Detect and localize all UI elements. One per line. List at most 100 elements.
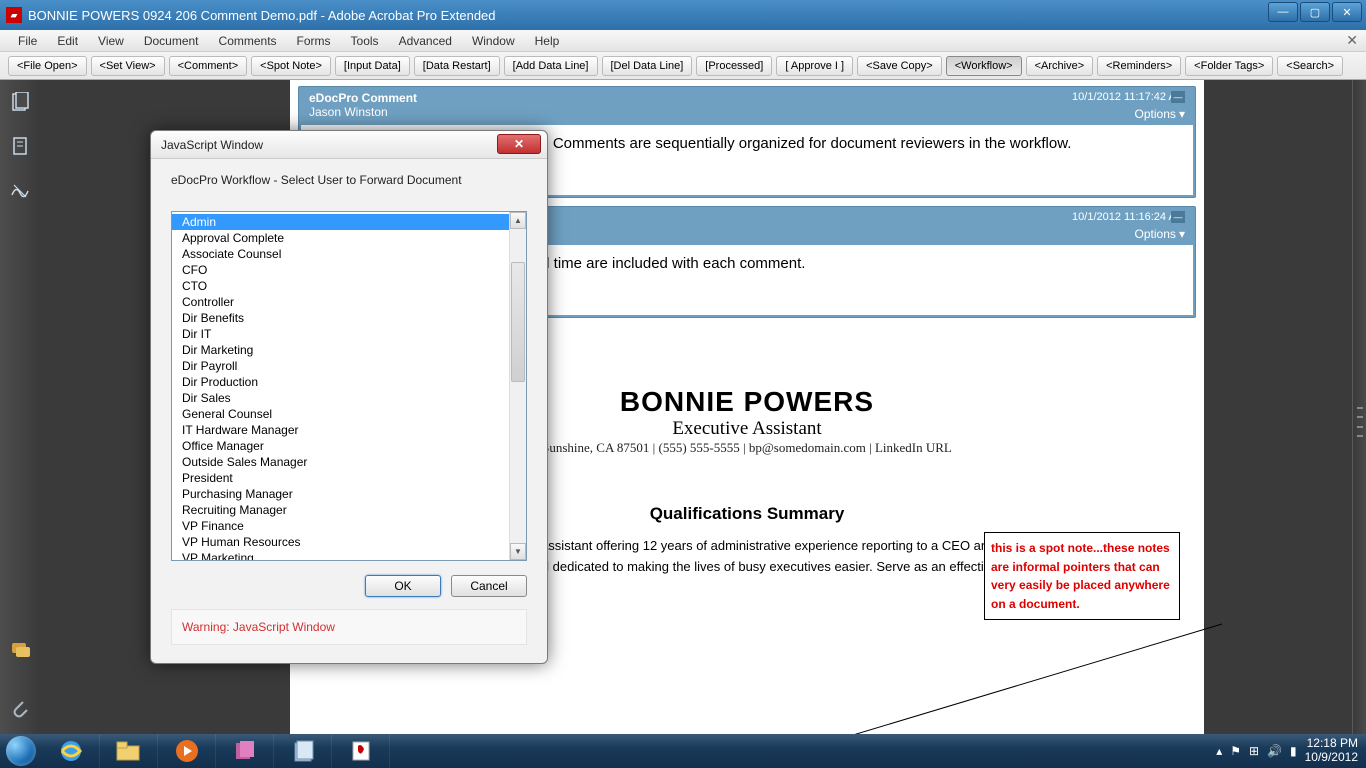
toolbar-spotnote[interactable]: <Spot Note> [251, 56, 331, 76]
attachments-icon[interactable] [10, 698, 30, 718]
taskbar-explorer-icon[interactable] [100, 734, 158, 768]
toolbar-foldertags[interactable]: <Folder Tags> [1185, 56, 1273, 76]
toolbar-approvei[interactable]: [ Approve I ] [776, 56, 853, 76]
flag-icon[interactable]: ⚑ [1230, 744, 1241, 758]
list-item[interactable]: President [172, 470, 509, 486]
close-button[interactable]: ✕ [1332, 2, 1362, 22]
bookmarks-icon[interactable] [10, 136, 30, 156]
taskbar-app1-icon[interactable] [216, 734, 274, 768]
toolbar-reminders[interactable]: <Reminders> [1097, 56, 1181, 76]
clock[interactable]: 12:18 PM 10/9/2012 [1305, 737, 1358, 765]
spot-note[interactable]: this is a spot note...these notes are in… [984, 532, 1180, 620]
list-item[interactable]: Dir Payroll [172, 358, 509, 374]
toolbar-archive[interactable]: <Archive> [1026, 56, 1094, 76]
menu-document[interactable]: Document [134, 32, 209, 50]
chevron-down-icon: ▾ [1179, 107, 1185, 121]
navigation-panel [0, 80, 40, 734]
chevron-down-icon: ▾ [1179, 227, 1185, 241]
scroll-up-button[interactable]: ▲ [510, 212, 526, 229]
start-button[interactable] [0, 734, 42, 768]
menu-help[interactable]: Help [525, 32, 570, 50]
taskbar-ie-icon[interactable] [42, 734, 100, 768]
clock-time: 12:18 PM [1305, 737, 1358, 751]
pages-icon[interactable] [10, 92, 30, 112]
doc-close-icon[interactable]: ✕ [1346, 32, 1358, 49]
scrollbar[interactable]: ▲ ▼ [509, 212, 526, 560]
volume-icon[interactable]: 🔊 [1267, 744, 1282, 758]
collapse-icon[interactable]: — [1171, 211, 1185, 223]
right-panel-grip[interactable] [1352, 80, 1366, 734]
toolbar-datarestart[interactable]: [Data Restart] [414, 56, 500, 76]
collapse-icon[interactable]: — [1171, 91, 1185, 103]
list-item[interactable]: Recruiting Manager [172, 502, 509, 518]
toolbar-inputdata[interactable]: [Input Data] [335, 56, 410, 76]
signatures-icon[interactable] [10, 180, 30, 200]
toolbar: <File Open><Set View><Comment><Spot Note… [0, 52, 1366, 80]
list-item[interactable]: Dir Marketing [172, 342, 509, 358]
comment-timestamp: 10/1/2012 11:17:42 AM [1072, 91, 1185, 103]
list-item[interactable]: VP Marketing [172, 550, 509, 560]
system-tray: ▴ ⚑ ⊞ 🔊 ▮ 12:18 PM 10/9/2012 [1216, 737, 1366, 765]
list-item[interactable]: Purchasing Manager [172, 486, 509, 502]
cancel-button[interactable]: Cancel [451, 575, 527, 597]
dialog-title: JavaScript Window ✕ [151, 131, 547, 159]
list-item[interactable]: Admin [172, 214, 509, 230]
menu-window[interactable]: Window [462, 32, 525, 50]
taskbar-app2-icon[interactable] [274, 734, 332, 768]
network-icon[interactable]: ⊞ [1249, 744, 1259, 758]
comment-options[interactable]: Options [1135, 107, 1176, 121]
list-item[interactable]: Dir IT [172, 326, 509, 342]
ok-button[interactable]: OK [365, 575, 441, 597]
list-item[interactable]: Controller [172, 294, 509, 310]
taskbar-acrobat-icon[interactable] [332, 734, 390, 768]
list-item[interactable]: General Counsel [172, 406, 509, 422]
toolbar-adddataline[interactable]: [Add Data Line] [504, 56, 598, 76]
list-item[interactable]: Dir Sales [172, 390, 509, 406]
list-item[interactable]: Associate Counsel [172, 246, 509, 262]
user-listbox[interactable]: AdminApproval CompleteAssociate CounselC… [171, 211, 527, 561]
menu-view[interactable]: View [88, 32, 134, 50]
menu-forms[interactable]: Forms [287, 32, 341, 50]
list-item[interactable]: Approval Complete [172, 230, 509, 246]
window-title: BONNIE POWERS 0924 206 Comment Demo.pdf … [28, 8, 496, 23]
toolbar-processed[interactable]: [Processed] [696, 56, 772, 76]
scroll-thumb[interactable] [511, 262, 525, 382]
menu-advanced[interactable]: Advanced [389, 32, 462, 50]
list-item[interactable]: Dir Benefits [172, 310, 509, 326]
list-item[interactable]: Dir Production [172, 374, 509, 390]
toolbar-savecopy[interactable]: <Save Copy> [857, 56, 942, 76]
workflow-dialog: JavaScript Window ✕ eDocPro Workflow - S… [150, 130, 548, 664]
dialog-warning: Warning: JavaScript Window [171, 609, 527, 645]
toolbar-comment[interactable]: <Comment> [169, 56, 248, 76]
list-item[interactable]: CTO [172, 278, 509, 294]
toolbar-fileopen[interactable]: <File Open> [8, 56, 87, 76]
list-item[interactable]: VP Finance [172, 518, 509, 534]
menu-bar: File Edit View Document Comments Forms T… [0, 30, 1366, 52]
window-titlebar: ▰ BONNIE POWERS 0924 206 Comment Demo.pd… [0, 0, 1366, 30]
comment-options[interactable]: Options [1135, 227, 1176, 241]
list-item[interactable]: IT Hardware Manager [172, 422, 509, 438]
toolbar-deldataline[interactable]: [Del Data Line] [602, 56, 693, 76]
list-item[interactable]: Office Manager [172, 438, 509, 454]
scroll-down-button[interactable]: ▼ [510, 543, 526, 560]
dialog-close-button[interactable]: ✕ [497, 134, 541, 154]
menu-tools[interactable]: Tools [341, 32, 389, 50]
menu-file[interactable]: File [8, 32, 47, 50]
menu-comments[interactable]: Comments [209, 32, 287, 50]
list-item[interactable]: Outside Sales Manager [172, 454, 509, 470]
list-item[interactable]: VP Human Resources [172, 534, 509, 550]
maximize-button[interactable]: ▢ [1300, 2, 1330, 22]
arrow-line [760, 620, 1230, 734]
toolbar-setview[interactable]: <Set View> [91, 56, 165, 76]
taskbar-media-icon[interactable] [158, 734, 216, 768]
toolbar-workflow[interactable]: <Workflow> [946, 56, 1022, 76]
minimize-button[interactable]: ― [1268, 2, 1298, 22]
clock-date: 10/9/2012 [1305, 751, 1358, 765]
show-hidden-icon[interactable]: ▴ [1216, 744, 1222, 758]
menu-edit[interactable]: Edit [47, 32, 88, 50]
comments-icon[interactable] [10, 640, 30, 660]
comment-author: Jason Winston [309, 105, 388, 119]
battery-icon[interactable]: ▮ [1290, 744, 1297, 758]
list-item[interactable]: CFO [172, 262, 509, 278]
toolbar-search[interactable]: <Search> [1277, 56, 1343, 76]
